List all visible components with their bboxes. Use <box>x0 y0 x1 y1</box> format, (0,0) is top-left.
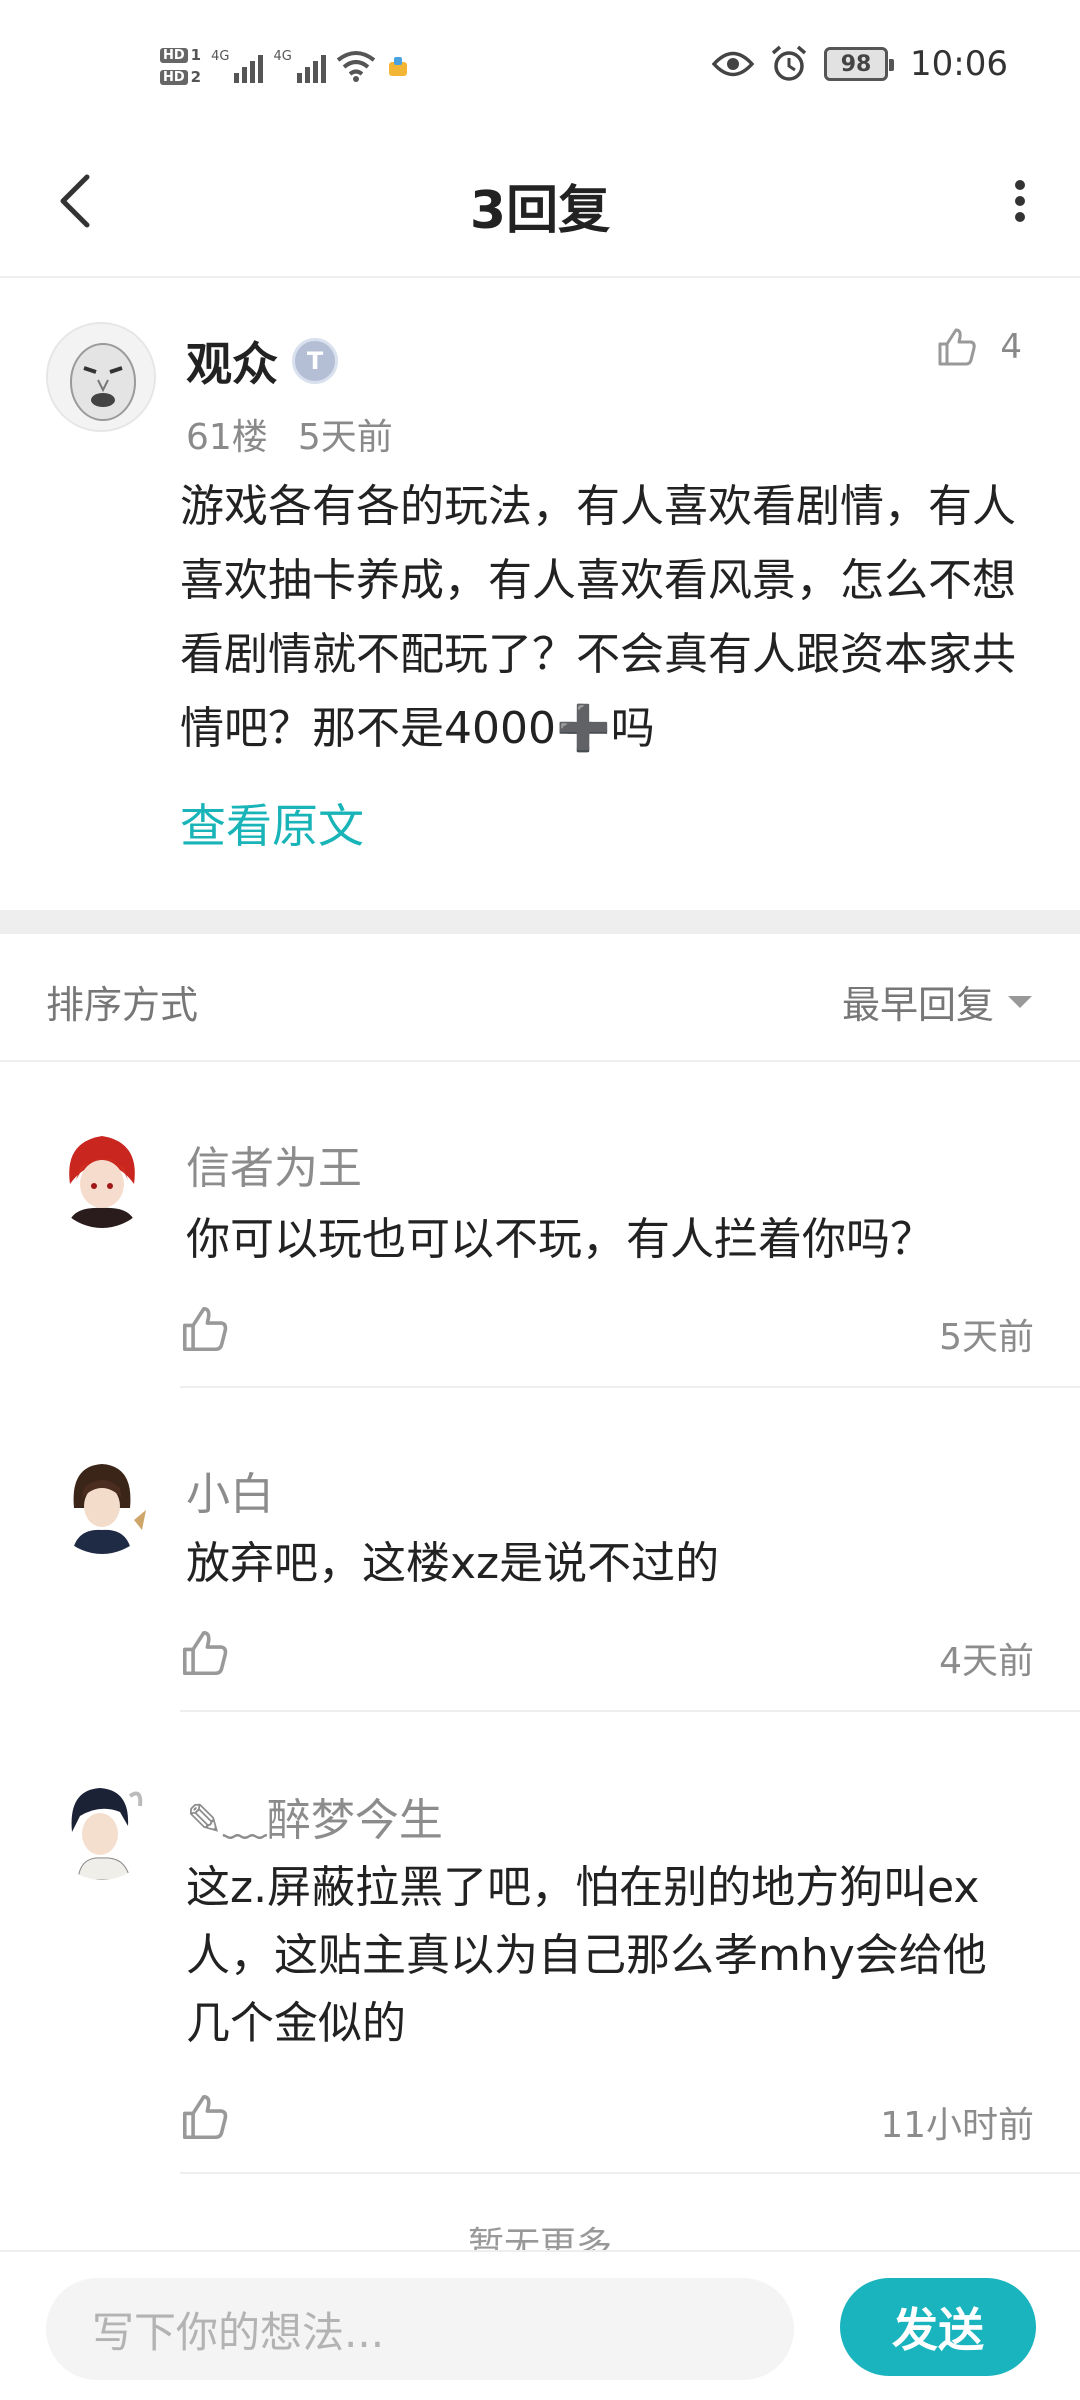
reply-avatar[interactable] <box>50 1776 154 1880</box>
thumb-up-icon <box>938 328 977 366</box>
hd-indicators: HD 1 HD 2 <box>160 46 201 86</box>
face-avatar-image <box>48 324 154 430</box>
sort-label: 排序方式 <box>46 983 199 1027</box>
thumb-up-icon[interactable] <box>180 1628 230 1678</box>
status-bar: HD 1 HD 2 4G 4G 98 10:06 <box>0 0 1080 130</box>
level-badge: T <box>292 338 338 384</box>
reply-item: 信者为王 你可以玩也可以不玩，有人拦着你吗？ 5天前 <box>0 1124 1080 1388</box>
comment-input[interactable]: 写下你的想法... <box>46 2278 794 2380</box>
send-button[interactable]: 发送 <box>840 2278 1036 2376</box>
divider <box>180 1710 1080 1712</box>
status-right: 98 10:06 <box>712 44 1008 84</box>
post-author-avatar[interactable] <box>46 322 156 432</box>
post-time: 5天前 <box>297 417 393 458</box>
sort-bar: 排序方式 最早回复 <box>0 934 1080 1062</box>
main-post: 观众 T 61楼 5天前 4 游戏各有各的玩法，有人喜欢看剧情，有人喜欢抽卡养成… <box>0 280 1080 910</box>
post-author-name[interactable]: 观众 <box>186 328 278 394</box>
reply-time: 4天前 <box>939 1641 1034 1682</box>
anime-avatar-image <box>50 1776 154 1880</box>
reply-avatar[interactable] <box>50 1450 154 1554</box>
alarm-icon <box>771 45 807 81</box>
thumb-up-icon[interactable] <box>180 1304 230 1354</box>
hd2-indicator: HD 2 <box>160 68 201 86</box>
top-app-bar: 3回复 <box>0 130 1080 278</box>
status-left: HD 1 HD 2 4G 4G <box>160 36 410 96</box>
post-floor: 61楼 <box>186 417 268 458</box>
reply-author-name[interactable]: ✎﹏醉梦今生 <box>186 1784 443 1848</box>
battery-icon: 98 <box>824 47 895 81</box>
notification-app-icon <box>388 57 407 76</box>
reply-item: 小白 放弃吧，这楼xz是说不过的 4天前 <box>0 1450 1080 1712</box>
page-title: 3回复 <box>469 181 611 241</box>
post-body: 游戏各有各的玩法，有人喜欢看剧情，有人喜欢抽卡养成，有人喜欢看风景，怎么不想看剧… <box>180 481 1016 754</box>
sort-value: 最早回复 <box>841 983 994 1027</box>
anime-avatar-image <box>50 1450 154 1554</box>
wifi-icon <box>336 51 376 82</box>
post-like-count: 4 <box>1000 327 1022 367</box>
caret-down-icon <box>1008 995 1032 1008</box>
reply-time: 11小时前 <box>880 2105 1034 2146</box>
post-like-button[interactable]: 4 <box>936 326 1022 368</box>
reply-time: 5天前 <box>939 1317 1034 1358</box>
reply-avatar[interactable] <box>50 1124 154 1228</box>
signal-2-icon: 4G <box>273 49 326 83</box>
comment-composer: 写下你的想法... 发送 <box>0 2250 1080 2400</box>
divider <box>180 1386 1080 1388</box>
more-options-button[interactable] <box>990 166 1050 236</box>
thumb-up-icon[interactable] <box>180 2092 230 2142</box>
reply-text: 放弃吧，这楼xz是说不过的 <box>186 1538 720 1589</box>
divider <box>180 2172 1080 2174</box>
view-original-link[interactable]: 查看原文 <box>180 790 364 856</box>
reply-text: 这z.屏蔽拉黑了吧，怕在别的地方狗叫ex人，这贴主真以为自己那么孝mhy会给他几… <box>186 1862 987 2049</box>
no-more-label: 暂无更多 <box>467 2225 612 2250</box>
reply-item: ✎﹏醉梦今生 这z.屏蔽拉黑了吧，怕在别的地方狗叫ex人，这贴主真以为自己那么孝… <box>0 1776 1080 2176</box>
eye-icon <box>712 51 755 77</box>
section-separator <box>0 910 1080 934</box>
reply-author-name[interactable]: 小白 <box>186 1458 274 1522</box>
anime-avatar-image <box>50 1124 154 1228</box>
status-time: 10:06 <box>910 44 1008 84</box>
post-author[interactable]: 观众 T <box>186 328 338 394</box>
more-icon <box>1015 180 1025 222</box>
sort-dropdown[interactable]: 最早回复 <box>842 974 1032 1029</box>
signal-1-icon: 4G <box>211 49 264 83</box>
post-meta: 61楼 5天前 <box>186 408 393 460</box>
reply-author-name[interactable]: 信者为王 <box>186 1132 362 1196</box>
hd1-indicator: HD 1 <box>160 46 201 64</box>
reply-text: 你可以玩也可以不玩，有人拦着你吗？ <box>186 1214 934 1265</box>
